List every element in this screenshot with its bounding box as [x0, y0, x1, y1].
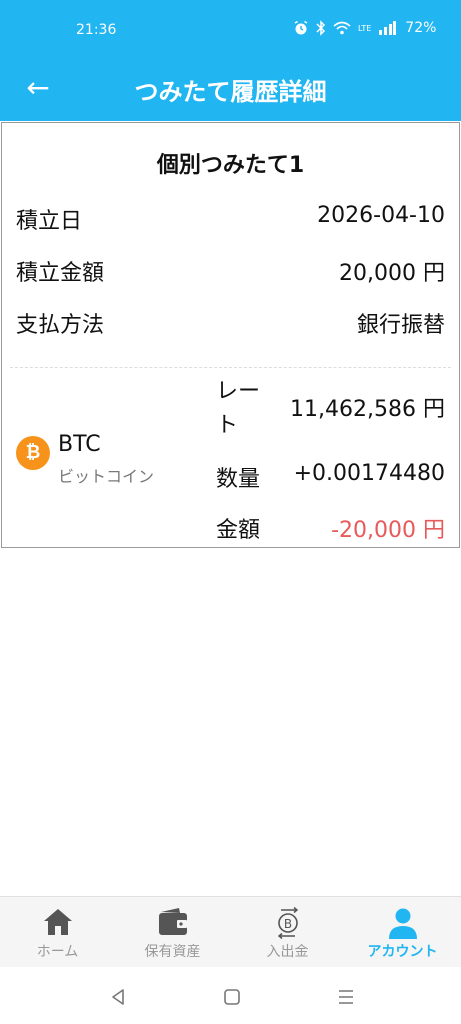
header: 21:36 LTE 72% ← つみたて履歴詳細: [0, 0, 461, 121]
accumulation-amount-value: 20,000 円: [339, 261, 445, 286]
nav-holdings-label: 保有資産: [144, 944, 201, 960]
nav-deposit-withdraw[interactable]: B 入出金: [230, 897, 345, 968]
nav-account[interactable]: アカウント: [345, 897, 460, 968]
status-bar: 21:36 LTE 72%: [0, 0, 461, 62]
alarm-icon: [294, 20, 308, 35]
status-time: 21:36: [76, 22, 117, 38]
nav-account-label: アカウント: [367, 944, 438, 960]
rate-label-line1: レー: [216, 379, 261, 404]
coin-symbol: BTC: [58, 432, 101, 457]
accumulation-date-row: 積立日 2026-04-10: [2, 197, 459, 237]
bottom-nav: ホーム 保有資産 B 入出金 アカウント: [0, 896, 461, 967]
bitcoin-icon: ₿: [16, 436, 50, 470]
payment-method-row: 支払方法 銀行振替: [2, 301, 459, 341]
accumulation-amount-label: 積立金額: [16, 261, 105, 286]
system-nav-bar: [0, 967, 461, 1024]
quantity-value: +0.00174480: [293, 461, 445, 486]
back-triangle-icon[interactable]: [104, 983, 132, 1011]
signal-icon: [379, 21, 397, 35]
nav-deposit-withdraw-label: 入出金: [266, 944, 309, 960]
svg-text:B: B: [283, 917, 291, 931]
app-bar: ← つみたて履歴詳細: [0, 62, 461, 120]
nav-home-label: ホーム: [36, 944, 79, 960]
rate-label-line2: ト: [216, 413, 239, 438]
nav-holdings[interactable]: 保有資産: [115, 897, 230, 968]
bitcoin-transfer-icon: B: [230, 907, 345, 939]
lte-indicator: LTE: [358, 23, 372, 33]
person-icon: [345, 907, 460, 939]
amount-label: 金額: [216, 518, 261, 543]
quantity-label: 数量: [216, 467, 261, 492]
wallet-icon: [115, 907, 230, 939]
accumulation-date-label: 積立日: [16, 209, 83, 234]
rate-value: 11,462,586 円: [290, 397, 445, 422]
accumulation-amount-row: 積立金額 20,000 円: [2, 249, 459, 289]
accumulation-detail-card: 個別つみたて1 積立日 2026-04-10 積立金額 20,000 円 支払方…: [1, 122, 460, 548]
coin-name: ビットコイン: [58, 467, 155, 486]
accumulation-date-value: 2026-04-10: [317, 203, 445, 228]
wifi-icon: [333, 21, 351, 35]
recents-menu-icon[interactable]: [332, 983, 360, 1011]
battery-percentage: 72%: [405, 20, 437, 36]
home-icon: [0, 907, 115, 939]
bluetooth-icon: [316, 20, 326, 36]
page-title: つみたて履歴詳細: [134, 78, 327, 106]
amount-value: -20,000 円: [331, 518, 445, 543]
payment-method-label: 支払方法: [16, 313, 105, 338]
payment-method-value: 銀行振替: [356, 313, 445, 338]
divider: [10, 367, 451, 368]
home-square-icon[interactable]: [218, 983, 246, 1011]
coin-info: ₿ BTC ビットコイン: [16, 432, 196, 493]
status-icons: LTE 72%: [293, 20, 436, 36]
card-title: 個別つみたて1: [156, 153, 305, 178]
nav-home[interactable]: ホーム: [0, 897, 115, 968]
